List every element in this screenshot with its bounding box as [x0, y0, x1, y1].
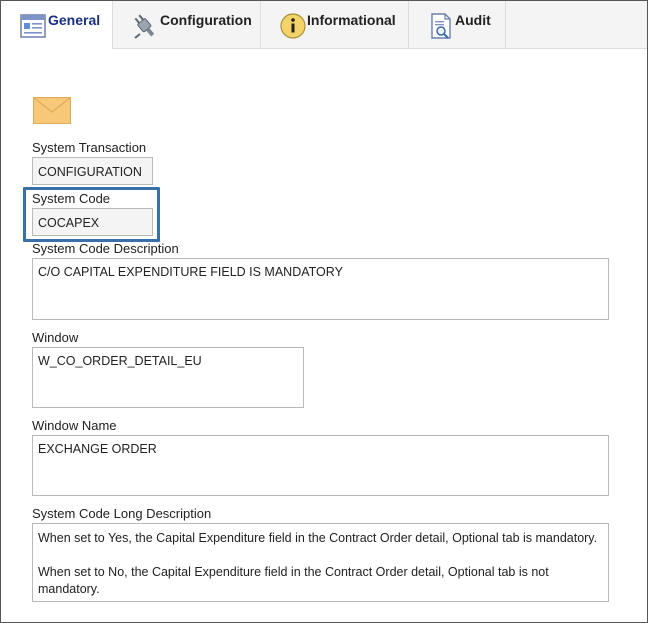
long-description-line-1: When set to Yes, the Capital Expenditure… — [38, 531, 598, 545]
system-code-description-field[interactable]: C/O CAPITAL EXPENDITURE FIELD IS MANDATO… — [32, 258, 609, 320]
window-name-field[interactable]: EXCHANGE ORDER — [32, 435, 609, 496]
system-code-field[interactable]: COCAPEX — [32, 208, 153, 236]
plug-icon — [134, 14, 155, 39]
system-code-description-label: System Code Description — [32, 241, 179, 256]
long-description-label: System Code Long Description — [32, 506, 212, 521]
system-code-label: System Code — [32, 191, 111, 206]
tab-bar: General Configuration Informational Audi… — [1, 1, 647, 49]
tab-audit[interactable]: Audit — [409, 1, 506, 48]
window-label: Window — [32, 330, 79, 345]
tab-audit-label: Audit — [455, 12, 491, 28]
dialog-frame: General Configuration Informational Audi… — [0, 0, 648, 623]
general-form-icon — [20, 14, 46, 38]
envelope-icon — [33, 97, 71, 124]
long-description-field[interactable]: When set to Yes, the Capital Expenditure… — [32, 523, 609, 602]
info-icon — [280, 13, 306, 39]
tab-informational[interactable]: Informational — [261, 1, 409, 48]
long-description-line-2: When set to No, the Capital Expenditure … — [38, 565, 549, 596]
tab-informational-label: Informational — [307, 12, 396, 28]
audit-document-icon — [431, 13, 451, 39]
tab-general[interactable]: General — [1, 1, 113, 49]
system-transaction-field[interactable]: CONFIGURATION — [32, 157, 153, 185]
window-name-label: Window Name — [32, 418, 117, 433]
window-field[interactable]: W_CO_ORDER_DETAIL_EU — [32, 347, 304, 408]
tab-configuration[interactable]: Configuration — [113, 1, 261, 48]
system-transaction-label: System Transaction — [32, 140, 147, 155]
tab-general-label: General — [48, 12, 101, 28]
tab-configuration-label: Configuration — [160, 12, 252, 28]
